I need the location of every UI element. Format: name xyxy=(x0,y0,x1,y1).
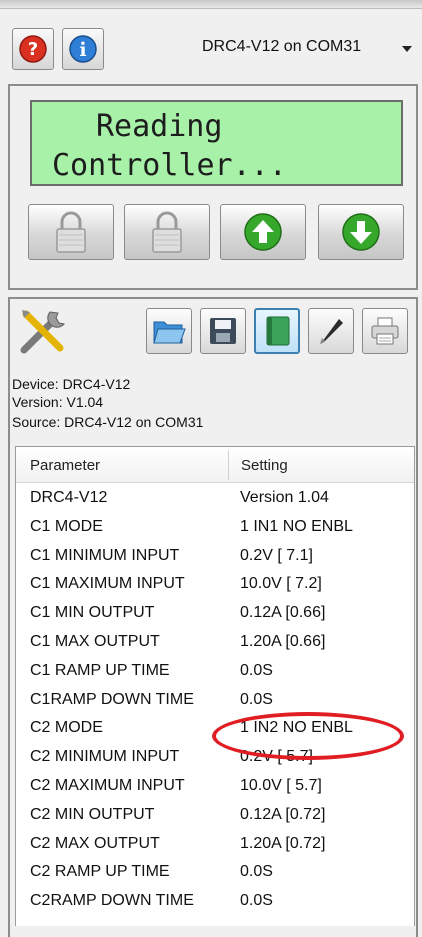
source-label: Source: DRC4-V12 on COM31 xyxy=(12,414,204,430)
table-row[interactable]: C2RAMP DOWN TIME 0.0S xyxy=(16,890,414,914)
download-button[interactable] xyxy=(318,204,404,260)
parameter-name-cell: C2 MODE xyxy=(30,719,103,737)
parameter-name-cell: C2 MIN OUTPUT xyxy=(30,805,155,823)
svg-text:?: ? xyxy=(28,39,38,60)
book-icon xyxy=(266,316,290,346)
parameter-table: Parameter Setting DRC4-V12 Version 1.04 C1… xyxy=(15,446,415,926)
parameter-name-cell: C1 MODE xyxy=(30,517,103,535)
open-button[interactable] xyxy=(146,308,192,354)
parameter-name-cell: C1 RAMP UP TIME xyxy=(30,661,170,679)
print-button[interactable] xyxy=(362,308,408,354)
lock-icon xyxy=(56,211,86,253)
green-down-arrow-icon xyxy=(342,213,380,251)
table-header: Parameter Setting xyxy=(16,447,414,483)
column-divider xyxy=(228,450,229,480)
port-select-value: DRC4-V12 on COM31 xyxy=(202,38,362,55)
port-select[interactable]: DRC4-V12 on COM31 xyxy=(192,30,422,64)
lcd-line-2: Controller... xyxy=(52,148,287,183)
device-label: Device: DRC4-V12 xyxy=(12,376,131,392)
lock-button-2[interactable] xyxy=(124,204,210,260)
open-folder-icon xyxy=(153,321,186,344)
parameter-name-cell: C2 RAMP UP TIME xyxy=(30,863,170,881)
parameter-setting-cell: Version 1.04 xyxy=(240,489,329,506)
upload-button[interactable] xyxy=(220,204,306,260)
parameter-name-cell: C1 MAXIMUM INPUT xyxy=(30,575,185,593)
help-button[interactable]: ? xyxy=(12,28,54,70)
parameter-setting-cell: 1 IN1 NO ENBL xyxy=(240,517,353,535)
parameter-setting-cell: 0.0S xyxy=(240,863,273,881)
question-mark-icon: ? xyxy=(19,35,47,63)
parameter-setting-cell: 10.0V [ 7.2] xyxy=(240,575,322,593)
info-icon: i xyxy=(69,35,97,63)
table-row[interactable]: C2 RAMP UP TIME 0.0S xyxy=(16,861,414,885)
parameter-name-cell: C2RAMP DOWN TIME xyxy=(30,892,194,910)
chevron-down-icon xyxy=(402,46,412,52)
parameter-name-cell: C2 MINIMUM INPUT xyxy=(30,748,180,766)
table-row[interactable]: C1 MODE 1 IN1 NO ENBL xyxy=(16,516,414,540)
edit-button[interactable] xyxy=(308,308,354,354)
parameter-setting-cell: 0.0S xyxy=(240,690,273,708)
lcd-display: Reading Controller... xyxy=(30,100,403,186)
parameter-setting-cell: 0.0S xyxy=(240,892,273,910)
save-button[interactable] xyxy=(200,308,246,354)
tools-icon[interactable] xyxy=(14,302,74,362)
table-row[interactable]: C1 MAXIMUM INPUT 10.0V [ 7.2] xyxy=(16,573,414,597)
parameter-setting-cell: 0.12A [0.72] xyxy=(240,805,326,823)
info-button[interactable]: i xyxy=(62,28,104,70)
parameter-name-cell: C1 MAX OUTPUT xyxy=(30,633,160,650)
pencil-icon xyxy=(320,319,343,344)
table-row[interactable]: C1 MINIMUM INPUT 0.2V [ 7.1] xyxy=(16,545,414,569)
table-row[interactable]: C1 MAX OUTPUT 1.20A [0.66] xyxy=(16,631,414,655)
parameter-setting-cell: 1.20A [0.66] xyxy=(240,633,326,650)
save-disk-icon xyxy=(210,318,236,344)
table-row[interactable]: C1 MIN OUTPUT 0.12A [0.66] xyxy=(16,602,414,626)
green-up-arrow-icon xyxy=(244,213,282,251)
table-row[interactable]: C1RAMP DOWN TIME 0.0S xyxy=(16,689,414,713)
parameter-setting-cell: 0.0S xyxy=(240,661,273,679)
column-header-parameter[interactable]: Parameter xyxy=(30,457,100,474)
column-header-setting[interactable]: Setting xyxy=(241,457,288,474)
lock-button-1[interactable] xyxy=(28,204,114,260)
table-row[interactable]: C1 RAMP UP TIME 0.0S xyxy=(16,660,414,684)
svg-text:i: i xyxy=(79,39,86,61)
version-label: Version: V1.04 xyxy=(12,394,104,410)
book-button[interactable] xyxy=(254,308,300,354)
highlight-annotation-ellipse xyxy=(212,712,404,760)
table-row[interactable]: C2 MAXIMUM INPUT 10.0V [ 5.7] xyxy=(16,775,414,799)
parameter-name-cell: C1 MINIMUM INPUT xyxy=(30,546,180,564)
parameter-setting-cell: 0.12A [0.66] xyxy=(240,604,326,622)
table-row[interactable]: DRC4-V12 Version 1.04 xyxy=(16,487,414,511)
lcd-line-1: Reading xyxy=(96,109,223,144)
parameter-name-cell: C2 MAXIMUM INPUT xyxy=(30,777,185,794)
top-toolbar: ? i DRC4-V12 on COM31 xyxy=(0,8,422,76)
parameter-name-cell: DRC4-V12 xyxy=(30,489,108,506)
parameter-name-cell: C2 MAX OUTPUT xyxy=(30,834,160,852)
printer-icon xyxy=(371,317,399,345)
parameter-name-cell: C1 MIN OUTPUT xyxy=(30,604,155,622)
parameter-setting-cell: 1.20A [0.72] xyxy=(240,834,326,852)
table-row[interactable]: C2 MAX OUTPUT 1.20A [0.72] xyxy=(16,833,414,857)
parameter-setting-cell: 0.2V [ 7.1] xyxy=(240,546,313,564)
parameter-setting-cell: 10.0V [ 5.7] xyxy=(240,777,322,794)
parameter-name-cell: C1RAMP DOWN TIME xyxy=(30,690,194,708)
table-row[interactable]: C2 MIN OUTPUT 0.12A [0.72] xyxy=(16,804,414,828)
lock-icon xyxy=(152,211,182,253)
